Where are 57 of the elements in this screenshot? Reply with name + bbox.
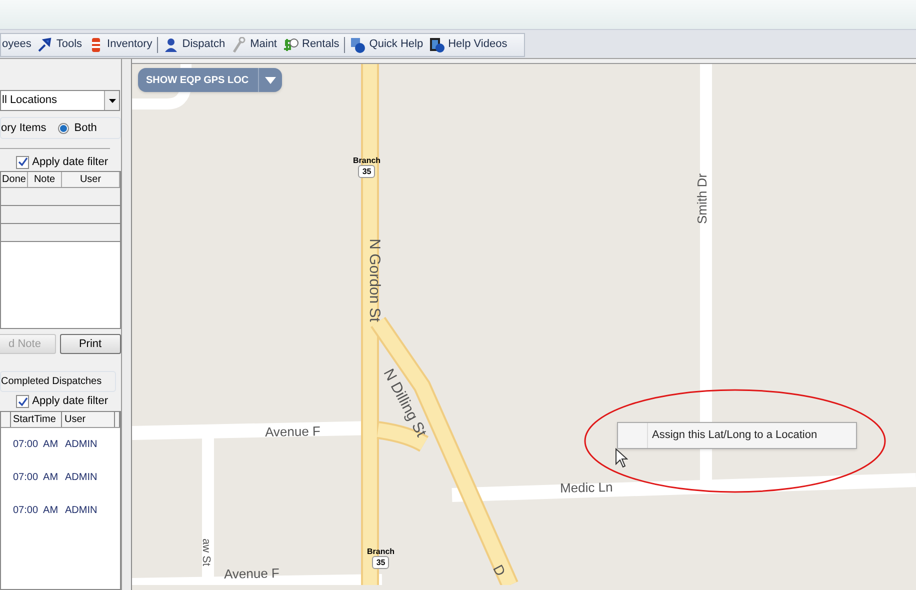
table-row[interactable] bbox=[1, 224, 120, 242]
column-header[interactable]: StartTime bbox=[10, 412, 62, 427]
street-label: Avenue F bbox=[264, 422, 321, 442]
wrench-icon bbox=[231, 36, 248, 52]
column-header[interactable]: Done bbox=[1, 172, 28, 187]
splitter-bar[interactable] bbox=[122, 59, 132, 590]
toolbar-button[interactable]: Rentals bbox=[282, 36, 340, 53]
street-label: N Dilling St bbox=[378, 365, 431, 442]
dollar-clock-icon bbox=[283, 36, 299, 52]
route-shield: 35 bbox=[358, 165, 376, 178]
table-row[interactable] bbox=[1, 206, 120, 224]
radio-label: Both bbox=[74, 120, 97, 136]
map[interactable]: N Gordon St N Dilling St Smith Dr Avenue F Medic Ln aw St Avenue F D Branch 35 Branch 35 SHOW EQP GPS LOC Assign this Lat/Long to a Location bbox=[132, 64, 916, 590]
location-dropdown[interactable]: ll Locations bbox=[0, 90, 120, 111]
caret-icon bbox=[265, 76, 276, 84]
checkbox[interactable] bbox=[16, 156, 30, 168]
street-label: D bbox=[489, 561, 510, 580]
route-name: Branch bbox=[367, 547, 395, 556]
table-row[interactable] bbox=[1, 188, 120, 206]
toolbar-button[interactable]: Quick Help bbox=[349, 36, 424, 53]
table-cell-text: 07:00 AM bbox=[12, 471, 60, 485]
toolbar-button[interactable]: Inventory bbox=[87, 36, 154, 53]
table-cell-text: 07:00 AM bbox=[12, 438, 60, 452]
menu-item[interactable]: Assign this Lat/Long to a Location bbox=[648, 423, 818, 448]
toolbar-button[interactable]: Help Videos bbox=[428, 36, 508, 53]
help-icon bbox=[350, 36, 366, 52]
table-cell-text: 07:00 AM bbox=[12, 504, 60, 518]
column-header[interactable]: User bbox=[62, 172, 120, 187]
table-cell-text: ADMIN bbox=[64, 471, 98, 485]
action-button[interactable]: Print bbox=[60, 334, 121, 354]
street-label: N Gordon St bbox=[364, 238, 384, 322]
table-cell-text: ADMIN bbox=[64, 438, 98, 452]
film-help-icon bbox=[429, 36, 446, 52]
toolbar-button[interactable]: oyees bbox=[1, 36, 32, 53]
route-shield: 35 bbox=[372, 556, 390, 569]
radio-label: ory Items bbox=[1, 120, 46, 136]
street-label: Avenue F bbox=[224, 564, 280, 584]
street-label: Medic Ln bbox=[560, 478, 613, 498]
street-label: aw St bbox=[199, 538, 213, 566]
column-header[interactable]: Note bbox=[28, 172, 62, 187]
street-label: Smith Dr bbox=[694, 173, 711, 224]
group-title: Completed Dispatches bbox=[1, 375, 102, 389]
toolbar-button[interactable]: Tools bbox=[36, 36, 84, 53]
checkbox-label: Apply date filter bbox=[32, 154, 108, 170]
table-cell-text: ADMIN bbox=[64, 504, 98, 518]
gps-button[interactable]: SHOW EQP GPS LOC bbox=[138, 68, 282, 92]
mouse-cursor-icon bbox=[615, 448, 628, 468]
radio-button[interactable] bbox=[58, 122, 70, 134]
worker-icon bbox=[163, 36, 180, 52]
checkbox-label: Apply date filter bbox=[32, 394, 108, 410]
caret-icon bbox=[108, 98, 116, 102]
toolbar-button[interactable]: Maint bbox=[230, 36, 278, 53]
route-name: Branch bbox=[353, 156, 381, 165]
pin-icon bbox=[37, 36, 54, 52]
toolbar-button[interactable]: Dispatch bbox=[162, 36, 226, 53]
checkbox[interactable] bbox=[16, 395, 30, 408]
column-header[interactable]: User bbox=[62, 412, 115, 427]
